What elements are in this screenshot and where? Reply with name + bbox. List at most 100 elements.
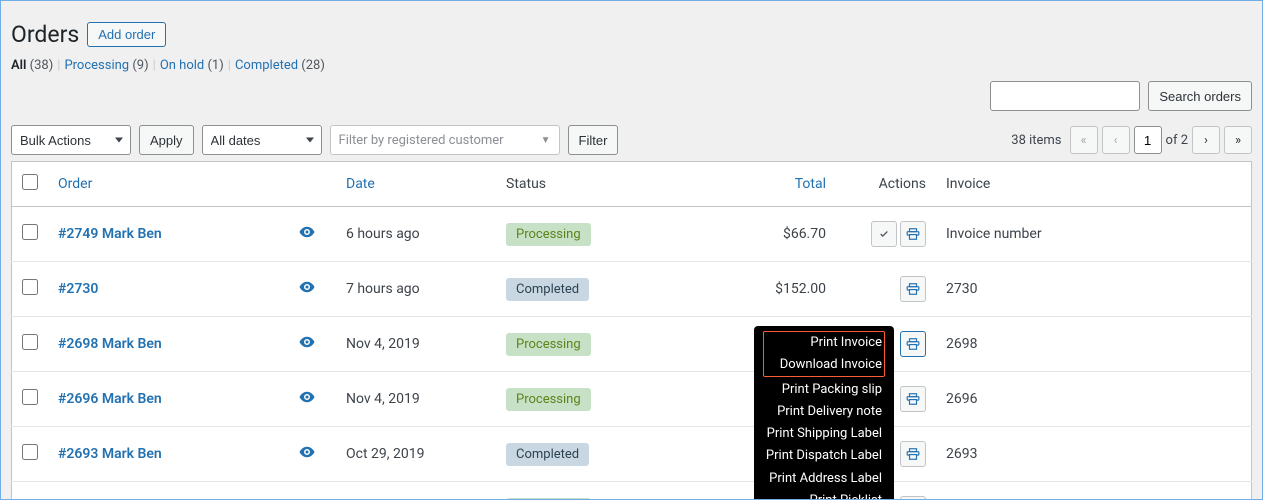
- order-date: Oct 29, 2019: [336, 427, 496, 482]
- select-all-checkbox[interactable]: [22, 174, 38, 190]
- menu-item[interactable]: Print Shipping Label: [766, 423, 882, 445]
- menu-item[interactable]: Print Picklist: [766, 490, 882, 500]
- status-badge: Processing: [506, 388, 591, 411]
- printer-icon: [906, 227, 920, 241]
- filter-customer-select[interactable]: Filter by registered customer ▼: [330, 125, 560, 155]
- print-action-button[interactable]: [900, 331, 926, 357]
- check-icon: [879, 229, 889, 239]
- status-badge: Completed: [506, 278, 589, 301]
- filter-count: (9): [132, 58, 148, 73]
- printer-icon: [906, 282, 920, 296]
- menu-item[interactable]: Download Invoice: [766, 354, 882, 376]
- print-context-menu: Print InvoiceDownload Invoice Print Packi…: [754, 326, 894, 500]
- print-action-button[interactable]: [900, 386, 926, 412]
- eye-icon: [298, 333, 316, 351]
- table-row: #2730 7 hours ago Completed $152.00 2730: [12, 262, 1252, 317]
- print-action-button[interactable]: [900, 441, 926, 467]
- filter-link-all[interactable]: All: [11, 58, 30, 73]
- chevron-down-icon: ▼: [541, 135, 551, 146]
- apply-button[interactable]: Apply: [139, 125, 194, 155]
- filter-customer-placeholder: Filter by registered customer: [339, 133, 504, 148]
- order-date: Nov 4, 2019: [336, 372, 496, 427]
- column-order[interactable]: Order: [48, 162, 288, 207]
- pagination-of-label: of 2: [1166, 133, 1188, 148]
- table-row: #2698 Mark BenNov 4, 2019Processing$28.7…: [12, 317, 1252, 372]
- menu-item[interactable]: Print Delivery note: [766, 401, 882, 423]
- order-link[interactable]: #2693 Mark Ben: [58, 446, 162, 462]
- row-checkbox[interactable]: [22, 224, 38, 240]
- search-input[interactable]: [990, 81, 1140, 111]
- pagination-next-button[interactable]: ›: [1192, 126, 1220, 154]
- filter-button[interactable]: Filter: [568, 125, 619, 155]
- print-action-button[interactable]: [900, 221, 926, 247]
- order-link[interactable]: #2696 Mark Ben: [58, 391, 162, 407]
- column-status: Status: [496, 162, 656, 207]
- column-date[interactable]: Date: [336, 162, 496, 207]
- pagination-first-button[interactable]: «: [1070, 126, 1098, 154]
- filter-count: (28): [301, 58, 325, 73]
- status-badge: Completed: [506, 443, 589, 466]
- menu-item[interactable]: Print Packing slip: [766, 379, 882, 401]
- column-invoice: Invoice: [936, 162, 1252, 207]
- status-badge: Processing: [506, 223, 591, 246]
- order-link[interactable]: #2730: [58, 281, 98, 297]
- complete-action-button[interactable]: [871, 221, 897, 247]
- preview-button[interactable]: [298, 229, 316, 245]
- print-action-button[interactable]: [900, 276, 926, 302]
- order-link[interactable]: #2749 Mark Ben: [58, 226, 162, 242]
- print-action-button[interactable]: [900, 496, 926, 500]
- invoice-number: Invoice number: [936, 207, 1252, 262]
- preview-button[interactable]: [298, 449, 316, 465]
- row-checkbox[interactable]: [22, 279, 38, 295]
- order-total: $66.70: [656, 207, 856, 262]
- filter-link-on-hold[interactable]: On hold: [160, 58, 208, 73]
- filter-link-completed[interactable]: Completed: [235, 58, 301, 73]
- order-link[interactable]: #2698 Mark Ben: [58, 336, 162, 352]
- table-row: #2696 Mark BenNov 4, 2019Processing$18.4…: [12, 372, 1252, 427]
- add-order-button[interactable]: Add order: [87, 22, 166, 47]
- row-checkbox[interactable]: [22, 444, 38, 460]
- page-title: Orders: [11, 21, 79, 48]
- row-checkbox[interactable]: [22, 389, 38, 405]
- menu-item[interactable]: Print Address Label: [766, 468, 882, 490]
- order-date: 7 hours ago: [336, 262, 496, 317]
- pagination-last-button[interactable]: »: [1224, 126, 1252, 154]
- invoice-number: 2693: [936, 427, 1252, 482]
- invoice-number: 2698: [936, 317, 1252, 372]
- menu-item[interactable]: Print Invoice: [766, 332, 882, 354]
- printer-icon: [906, 392, 920, 406]
- filter-link-processing[interactable]: Processing: [64, 58, 132, 73]
- order-date: 6 hours ago: [336, 207, 496, 262]
- invoice-number: 2696: [936, 372, 1252, 427]
- eye-icon: [298, 278, 316, 296]
- eye-icon: [298, 388, 316, 406]
- pagination-prev-button[interactable]: ‹: [1102, 126, 1130, 154]
- preview-button[interactable]: [298, 284, 316, 300]
- printer-icon: [906, 447, 920, 461]
- order-total: $152.00: [656, 262, 856, 317]
- column-total[interactable]: Total: [656, 162, 856, 207]
- search-orders-button[interactable]: Search orders: [1148, 81, 1252, 111]
- invoice-number: 2730: [936, 262, 1252, 317]
- bulk-actions-select[interactable]: Bulk Actions: [11, 125, 131, 155]
- order-date: Nov 4, 2019: [336, 317, 496, 372]
- table-row: #2693 Mark BenOct 29, 2019Completed$51.7…: [12, 427, 1252, 482]
- eye-icon: [298, 443, 316, 461]
- status-badge: Processing: [506, 333, 591, 356]
- order-date: Oct 17, 2019: [336, 482, 496, 500]
- preview-button[interactable]: [298, 339, 316, 355]
- table-row: #2687 Mark BenOct 17, 2019Processing$18.…: [12, 482, 1252, 500]
- filter-count: (1): [207, 58, 223, 73]
- invoice-number: 100026872019: [936, 482, 1252, 500]
- table-row: #2749 Mark Ben 6 hours ago Processing $66.7…: [12, 207, 1252, 262]
- preview-button[interactable]: [298, 394, 316, 410]
- printer-icon: [906, 337, 920, 351]
- menu-item[interactable]: Print Dispatch Label: [766, 445, 882, 467]
- status-filter-links: All (38)|Processing (9)|On hold (1)|Comp…: [1, 58, 1262, 81]
- date-filter-select[interactable]: All dates: [202, 125, 322, 155]
- pagination-page-input[interactable]: [1134, 126, 1162, 154]
- filter-count: (38): [30, 58, 54, 73]
- row-checkbox[interactable]: [22, 334, 38, 350]
- eye-icon: [298, 223, 316, 241]
- pagination-total: 38 items: [1011, 133, 1061, 148]
